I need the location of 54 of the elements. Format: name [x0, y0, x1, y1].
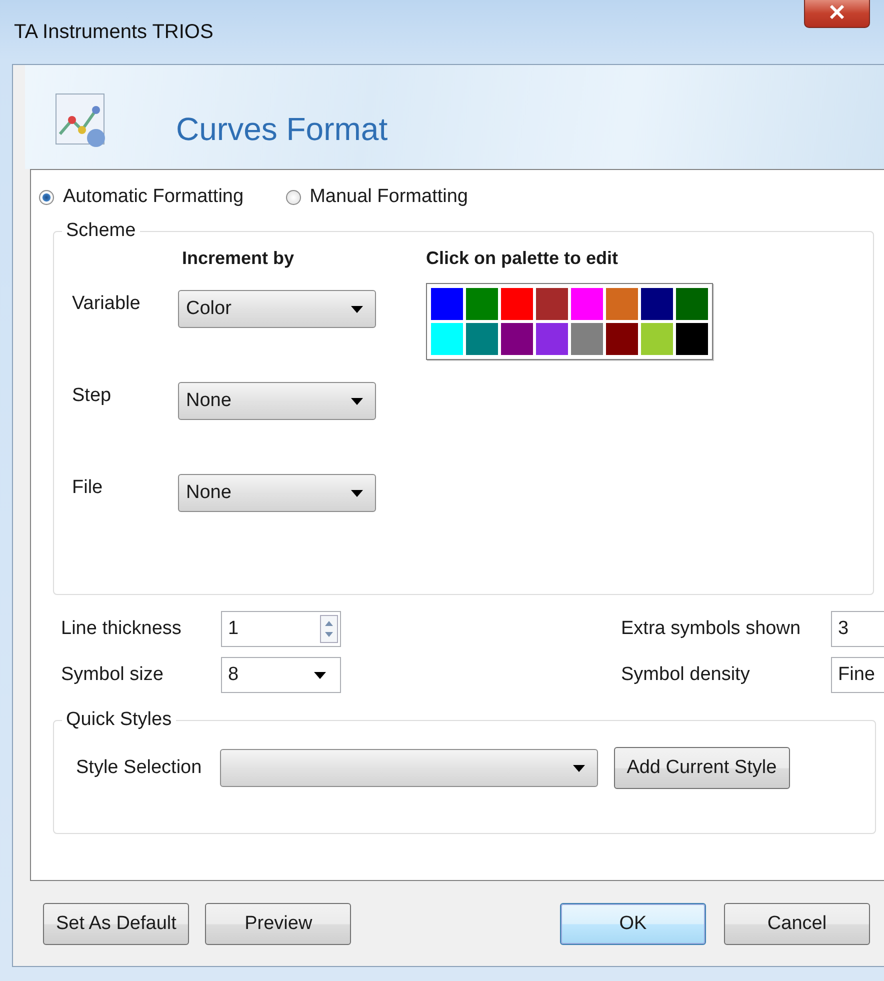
- dropdown[interactable]: 8: [221, 657, 341, 693]
- spinner-arrows-icon: [320, 615, 338, 643]
- dropdown[interactable]: [220, 749, 598, 787]
- dropdown[interactable]: None: [178, 474, 376, 512]
- color-swatch[interactable]: [466, 323, 498, 355]
- input-field[interactable]: 3: [831, 611, 884, 647]
- color-swatch[interactable]: [641, 288, 673, 320]
- caret-icon: [572, 764, 585, 772]
- caret-icon: [314, 672, 326, 678]
- field-label: Step: [72, 385, 112, 407]
- radio-button[interactable]: [39, 190, 54, 204]
- dialog-button[interactable]: OK: [560, 903, 706, 945]
- radio-button[interactable]: [286, 190, 301, 204]
- caret-icon: [351, 398, 363, 404]
- dialog-button[interactable]: Preview: [205, 903, 352, 945]
- spinner-field[interactable]: 1: [221, 611, 341, 647]
- column-heading: Click on palette to edit: [426, 248, 620, 269]
- field-label: Extra symbols shown: [621, 618, 802, 640]
- color-swatch[interactable]: [536, 288, 568, 320]
- field-label: Style Selection: [76, 757, 202, 779]
- color-swatch[interactable]: [571, 323, 603, 355]
- group-title: Quick Styles: [65, 709, 173, 731]
- group-title: Scheme: [65, 220, 137, 242]
- field-label: Variable: [72, 293, 142, 315]
- close-button[interactable]: [804, 0, 870, 28]
- color-swatch[interactable]: [536, 323, 568, 355]
- field-label: Symbol size: [61, 664, 164, 686]
- field-label: File: [72, 477, 104, 499]
- close-icon: [829, 5, 845, 19]
- color-swatch[interactable]: [606, 323, 638, 355]
- color-swatch[interactable]: [431, 323, 463, 355]
- column-heading: Increment by: [182, 248, 296, 269]
- color-swatch[interactable]: [676, 288, 708, 320]
- color-palette[interactable]: [426, 283, 713, 360]
- color-swatch[interactable]: [676, 323, 708, 355]
- color-swatch[interactable]: [641, 323, 673, 355]
- field-label: Symbol density: [621, 664, 751, 686]
- caret-icon: [351, 306, 363, 312]
- color-swatch[interactable]: [571, 288, 603, 320]
- color-swatch[interactable]: [431, 288, 463, 320]
- color-swatch[interactable]: [606, 288, 638, 320]
- color-swatch[interactable]: [466, 288, 498, 320]
- color-swatch[interactable]: [501, 323, 533, 355]
- dialog-button[interactable]: Set As Default: [43, 903, 190, 945]
- color-swatch[interactable]: [501, 288, 533, 320]
- caret-icon: [351, 490, 363, 496]
- dialog-heading: Curves Format: [176, 110, 388, 148]
- dropdown[interactable]: Color: [178, 290, 376, 328]
- field-label: Line thickness: [61, 618, 182, 640]
- dropdown[interactable]: Fine: [831, 657, 884, 693]
- window-title: TA Instruments TRIOS: [13, 20, 214, 44]
- add-style-button[interactable]: Add Current Style: [614, 747, 790, 789]
- dropdown[interactable]: None: [178, 382, 376, 420]
- dialog-button[interactable]: Cancel: [724, 903, 870, 945]
